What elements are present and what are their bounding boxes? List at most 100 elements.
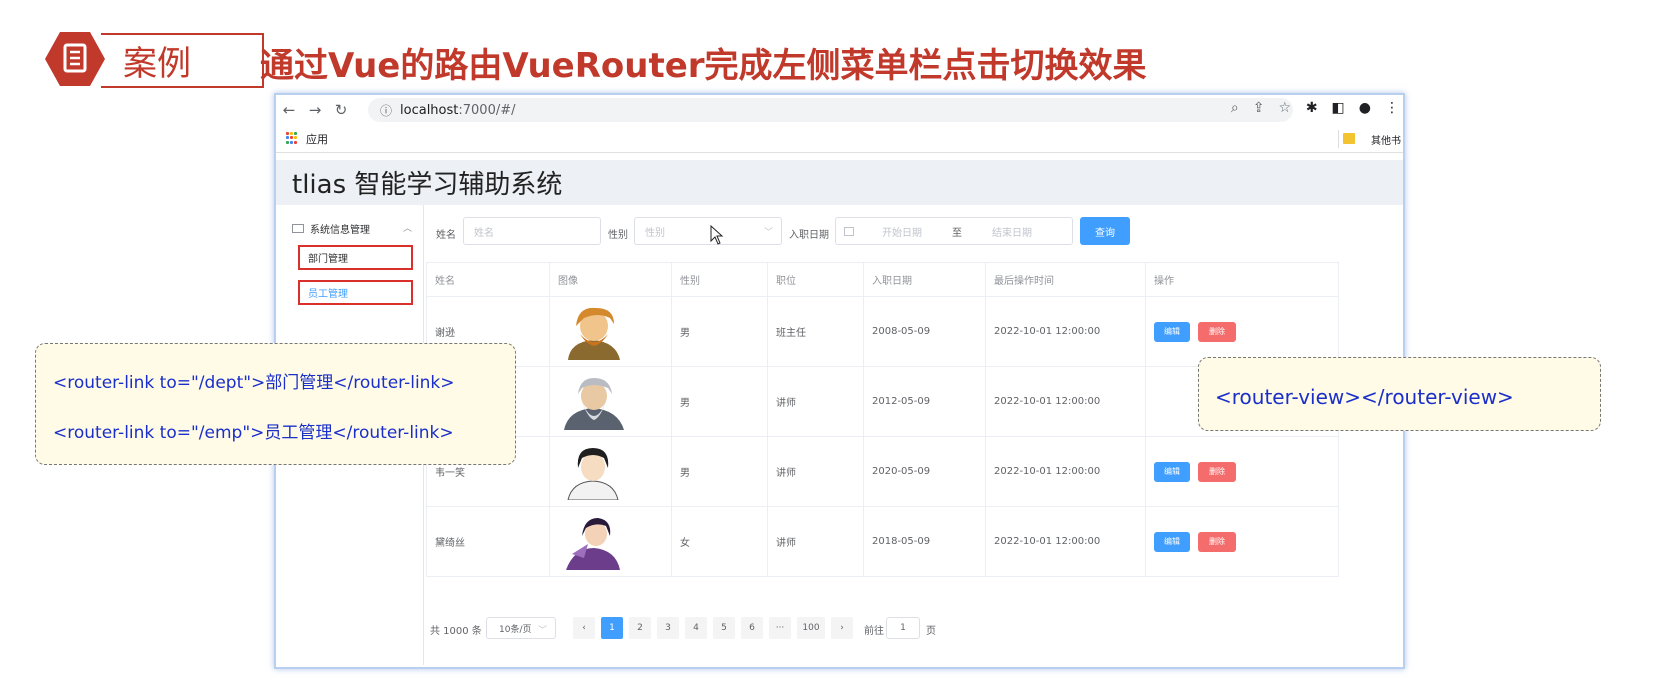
cell-entry-date: 2008-05-09 [863,296,986,367]
cell-name: 黛绮丝 [426,506,550,577]
date-range-picker[interactable]: 开始日期 至 结束日期 [835,217,1073,245]
url-path: :7000/#/ [458,102,516,118]
delete-button[interactable]: 删除 [1198,531,1236,552]
bookmark-other[interactable]: 其他书 [1371,132,1401,147]
cell-gender: 男 [671,296,768,367]
edit-button[interactable]: 编辑 [1154,461,1190,482]
cell-position: 讲师 [767,506,864,577]
cell-updated: 2022-10-01 12:00:00 [985,296,1146,367]
col-name: 姓名 [426,262,550,297]
menu-item-dept[interactable]: 部门管理 [298,245,413,270]
chevron-down-icon: ﹀ [763,228,773,238]
cell-entry-date: 2018-05-09 [863,506,986,577]
table-row: 韦一笑 男 讲师 2020-05-09 2022-10-01 12:00:00 … [426,436,1339,507]
page-button[interactable]: 3 [657,617,679,639]
search-form: 姓名 姓名 性别 性别 ﹀ 入职日期 开始日期 至 结束日期 查询 [426,217,1403,247]
page-size-select[interactable]: 10条/页 ﹀ [486,617,556,639]
back-icon[interactable]: ← [276,101,302,119]
forward-icon[interactable]: → [302,101,328,119]
page-button[interactable]: 2 [629,617,651,639]
sidepanel-icon[interactable]: ◧ [1332,100,1345,116]
cell-entry-date: 2020-05-09 [863,436,986,507]
main-content: 姓名 姓名 性别 性别 ﹀ 入职日期 开始日期 至 结束日期 查询 姓名 图像 … [426,205,1403,665]
mouse-cursor-icon [710,225,724,245]
page-button[interactable]: 1 [601,617,623,639]
avatar [566,517,620,570]
avatar [564,377,624,430]
page-suffix: 页 [926,626,936,637]
cell-gender: 男 [671,436,768,507]
col-gender: 性别 [671,262,768,297]
message-icon [292,224,304,233]
profile-icon[interactable]: ● [1359,100,1371,116]
folder-icon [1343,133,1355,144]
cell-gender: 男 [671,366,768,437]
avatar [568,307,620,360]
query-button[interactable]: 查询 [1080,217,1130,245]
name-input[interactable]: 姓名 [463,217,601,245]
chevron-up-icon: ︿ [402,224,412,234]
next-page-button[interactable]: › [831,617,853,639]
edit-button[interactable]: 编辑 [1154,531,1190,552]
cell-updated: 2022-10-01 12:00:00 [985,506,1146,577]
table-row: 谢逊 男 班主任 2008-05-09 2022-10-01 12:00:00 [426,296,1339,367]
bookmarks-bar: 应用 其他书 [276,125,1403,153]
bookmark-apps[interactable]: 应用 [306,131,328,147]
cell-actions: 编辑 删除 [1145,296,1339,367]
menu-item-emp[interactable]: 员工管理 [298,280,413,305]
router-link-callout: <router-link to="/dept">部门管理</router-lin… [35,343,516,465]
cell-actions: 编辑 删除 [1145,436,1339,507]
star-icon[interactable]: ☆ [1278,100,1291,116]
extensions-icon[interactable]: ✱ [1306,100,1318,116]
share-icon[interactable]: ⇪ [1253,100,1265,116]
edit-button[interactable]: 编辑 [1154,321,1190,342]
menu-icon[interactable]: ⋮ [1385,100,1399,116]
page-button[interactable]: 100 [797,617,825,639]
cell-position: 讲师 [767,436,864,507]
app-title: tlias 智能学习辅助系统 [292,170,563,200]
page-button[interactable]: 4 [685,617,707,639]
pagination-total: 共 1000 条 [430,626,482,637]
cell-updated: 2022-10-01 12:00:00 [985,436,1146,507]
col-entry-date: 入职日期 [863,262,986,297]
address-bar[interactable]: ⓘ localhost:7000/#/ [368,98,1293,122]
avatar [567,447,619,500]
prev-page-button[interactable]: ‹ [573,617,595,639]
calendar-icon [844,227,854,236]
apps-icon[interactable] [286,132,298,144]
submenu-system-info[interactable]: 系统信息管理 ︿ [292,221,412,236]
router-view-callout: <router-view></router-view> [1198,357,1601,431]
goto-label: 前往 [864,626,884,637]
reload-icon[interactable]: ↻ [328,101,354,119]
zoom-icon[interactable]: ⌕ [1231,100,1239,116]
gender-label: 性别 [608,230,628,241]
cell-gender: 女 [671,506,768,577]
cell-avatar [549,366,672,437]
app-header: tlias 智能学习辅助系统 [276,160,1403,205]
page-button[interactable]: 5 [713,617,735,639]
cell-entry-date: 2012-05-09 [863,366,986,437]
menu-item-label: 部门管理 [308,254,348,265]
col-updated: 最后操作时间 [985,262,1146,297]
browser-toolbar: ← → ↻ ⓘ localhost:7000/#/ ⌕ ⇪ ☆ ✱ ◧ ● ⋮ [276,95,1403,125]
gender-select[interactable]: 性别 ﹀ [634,217,782,245]
page-button[interactable]: 6 [741,617,763,639]
case-badge: 案例 [45,30,264,88]
col-position: 职位 [767,262,864,297]
col-actions: 操作 [1145,262,1339,297]
site-info-icon[interactable]: ⓘ [380,102,392,119]
more-pages-button[interactable]: ··· [769,617,791,639]
goto-page-input[interactable]: 1 [886,617,920,639]
bookmark-separator [1338,130,1339,148]
chevron-down-icon: ﹀ [537,626,547,636]
delete-button[interactable]: 删除 [1198,321,1236,342]
entry-date-label: 入职日期 [789,230,829,241]
router-link-dept-code: <router-link to="/dept">部门管理</router-lin… [53,373,455,393]
cell-position: 讲师 [767,366,864,437]
pagination: 共 1000 条 10条/页 ﹀ ‹ 1 2 3 4 5 6 ··· 100 ›… [426,617,1403,639]
url-host: localhost [400,102,459,118]
delete-button[interactable]: 删除 [1198,461,1236,482]
router-link-emp-code: <router-link to="/emp">员工管理</router-link… [53,423,454,443]
submenu-label: 系统信息管理 [310,225,370,236]
name-label: 姓名 [436,230,456,241]
